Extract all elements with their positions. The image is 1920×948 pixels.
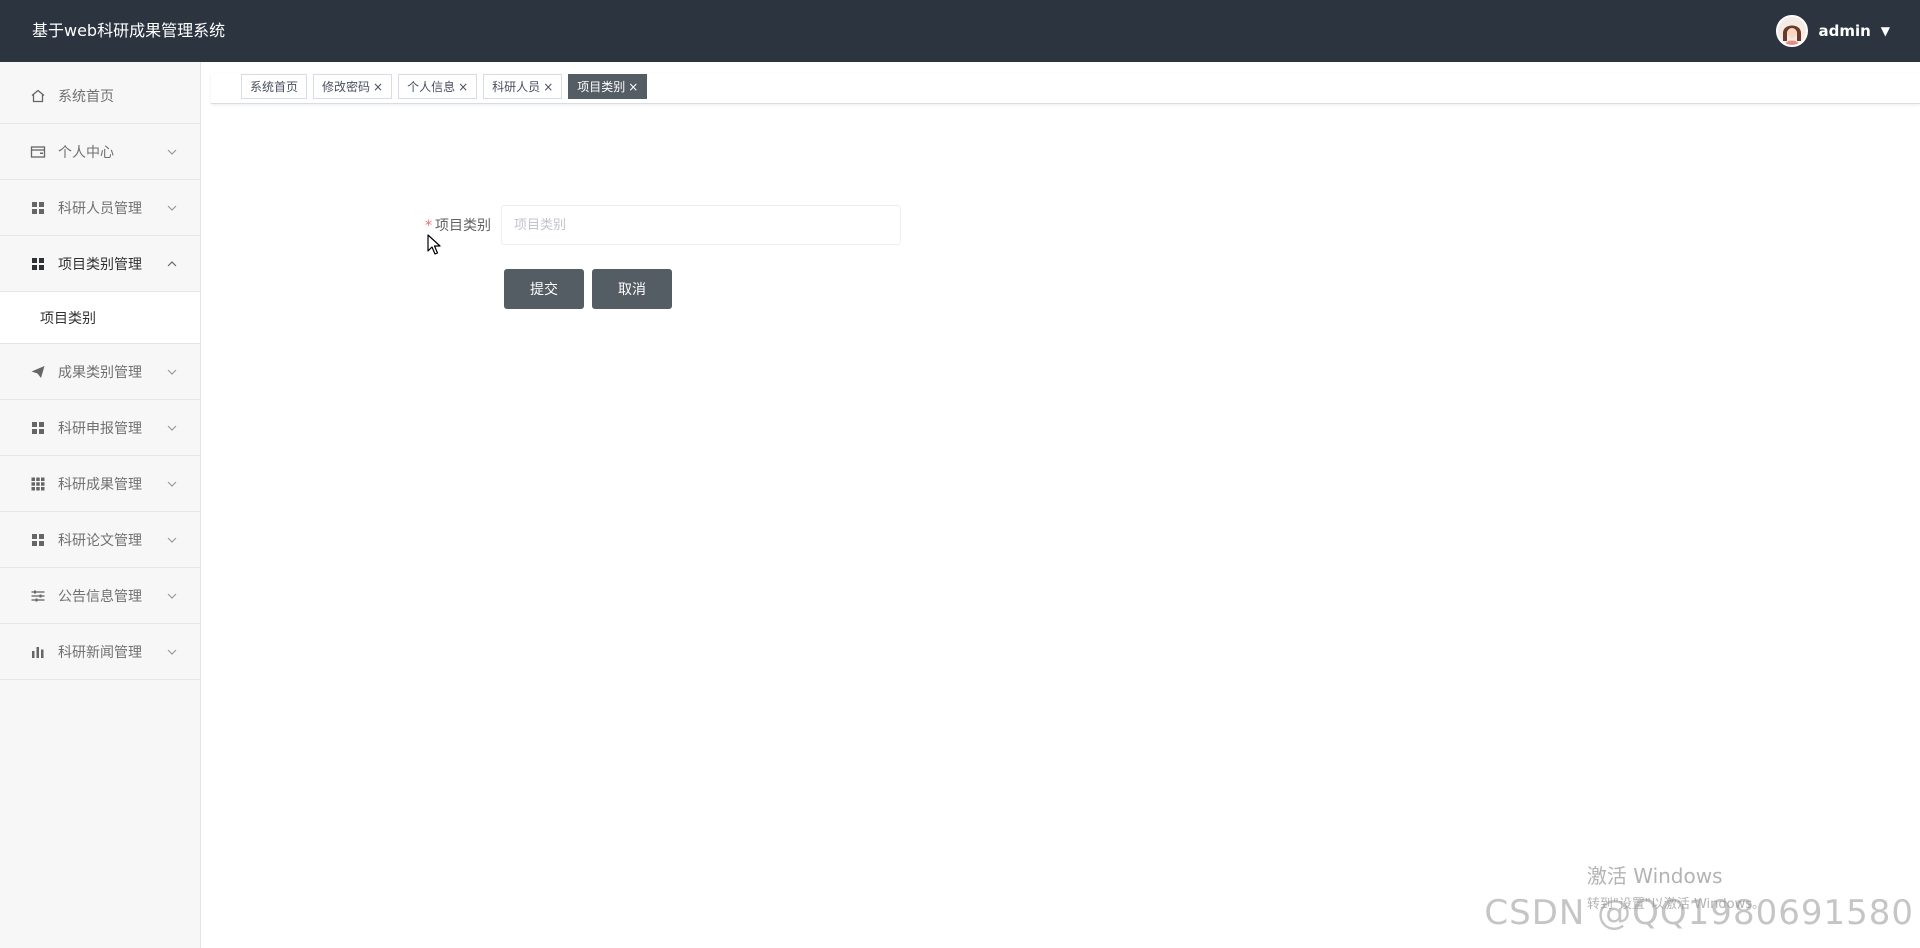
top-bar: 基于web科研成果管理系统 admin ▼ xyxy=(0,0,1920,62)
sidebar-item-research-achievement-management[interactable]: 科研成果管理 xyxy=(0,456,200,512)
chevron-down-icon xyxy=(166,478,178,490)
chevron-down-icon xyxy=(166,534,178,546)
chevron-down-icon xyxy=(166,422,178,434)
sidebar-item-label: 科研论文管理 xyxy=(58,532,142,549)
sidebar-item-label: 项目类别管理 xyxy=(58,256,142,273)
grid-icon xyxy=(30,256,46,272)
sidebar-item-project-category-management[interactable]: 项目类别管理 xyxy=(0,236,200,292)
sidebar-subitem-label: 项目类别 xyxy=(40,310,96,327)
project-category-form: * 项目类别 xyxy=(421,205,901,245)
grid-nine-icon xyxy=(30,476,46,492)
sidebar-item-label: 科研人员管理 xyxy=(58,200,142,217)
form-actions: 提交 取消 xyxy=(504,269,672,309)
sidebar-item-label: 个人中心 xyxy=(58,144,114,161)
bar-chart-icon xyxy=(30,644,46,660)
close-icon[interactable]: × xyxy=(628,81,638,93)
app-title: 基于web科研成果管理系统 xyxy=(32,21,226,40)
user-name[interactable]: admin xyxy=(1818,22,1870,40)
tab-label: 系统首页 xyxy=(250,80,299,94)
close-icon[interactable]: × xyxy=(543,81,553,93)
csdn-watermark: CSDN @QQ1980691580 xyxy=(1484,893,1914,933)
sidebar-item-home[interactable]: 系统首页 xyxy=(0,68,200,124)
mouse-cursor-icon xyxy=(427,234,441,255)
field-label-text: 项目类别 xyxy=(435,218,491,234)
close-icon[interactable]: × xyxy=(373,81,383,93)
sidebar-item-label: 科研成果管理 xyxy=(58,476,142,493)
avatar[interactable] xyxy=(1776,15,1809,47)
sidebar-item-research-application-management[interactable]: 科研申报管理 xyxy=(0,400,200,456)
sidebar-item-news-management[interactable]: 科研新闻管理 xyxy=(0,624,200,680)
send-icon xyxy=(30,364,46,380)
sidebar-item-label: 系统首页 xyxy=(58,88,114,105)
sidebar-item-achievement-category-management[interactable]: 成果类别管理 xyxy=(0,344,200,400)
tab-label: 修改密码 xyxy=(322,80,371,94)
sidebar-subitem-project-category[interactable]: 项目类别 xyxy=(0,292,200,344)
tab-change-password[interactable]: 修改密码 × xyxy=(313,74,393,99)
tags-view: 系统首页 修改密码 × 个人信息 × 科研人员 × 项目类别 × xyxy=(211,74,1920,104)
grid-icon xyxy=(30,420,46,436)
sidebar-item-label: 公告信息管理 xyxy=(58,588,142,605)
sidebar-item-label: 成果类别管理 xyxy=(58,364,142,381)
field-label: * 项目类别 xyxy=(421,215,501,235)
home-icon xyxy=(30,88,46,104)
chevron-up-icon xyxy=(166,258,178,270)
tab-label: 个人信息 xyxy=(407,80,456,94)
required-mark: * xyxy=(425,218,432,234)
user-menu[interactable]: admin ▼ xyxy=(1776,0,1890,62)
sidebar-item-researcher-management[interactable]: 科研人员管理 xyxy=(0,180,200,236)
tab-researchers[interactable]: 科研人员 × xyxy=(483,74,563,99)
tab-personal-info[interactable]: 个人信息 × xyxy=(398,74,478,99)
close-icon[interactable]: × xyxy=(458,81,468,93)
sidebar: 系统首页 个人中心 科研人员管理 项目类别管理 项目类别 成果类别管理 科研申报… xyxy=(0,62,201,948)
grid-icon xyxy=(30,200,46,216)
caret-down-icon[interactable]: ▼ xyxy=(1881,24,1890,38)
sidebar-item-research-paper-management[interactable]: 科研论文管理 xyxy=(0,512,200,568)
chevron-down-icon xyxy=(166,590,178,602)
sidebar-item-label: 科研申报管理 xyxy=(58,420,142,437)
wallet-icon xyxy=(30,144,46,160)
avatar-icon xyxy=(1778,17,1807,45)
project-category-input[interactable] xyxy=(501,205,901,245)
chevron-down-icon xyxy=(166,146,178,158)
main-content: 系统首页 修改密码 × 个人信息 × 科研人员 × 项目类别 × *项目类别 提… xyxy=(201,62,1920,948)
sidebar-menu: 系统首页 个人中心 科研人员管理 项目类别管理 项目类别 成果类别管理 科研申报… xyxy=(0,62,200,680)
sliders-icon xyxy=(30,588,46,604)
tab-label: 科研人员 xyxy=(492,80,541,94)
tab-label: 项目类别 xyxy=(577,80,626,94)
grid-icon xyxy=(30,532,46,548)
chevron-down-icon xyxy=(166,366,178,378)
watermark-line1: 激活 Windows xyxy=(1586,864,1723,888)
chevron-down-icon xyxy=(166,646,178,658)
sidebar-item-personal-center[interactable]: 个人中心 xyxy=(0,124,200,180)
cancel-button[interactable]: 取消 xyxy=(592,269,672,309)
sidebar-item-label: 科研新闻管理 xyxy=(58,644,142,661)
submit-button[interactable]: 提交 xyxy=(504,269,584,309)
tab-system-home[interactable]: 系统首页 xyxy=(241,74,308,99)
tab-project-category[interactable]: 项目类别 × xyxy=(568,74,648,99)
chevron-down-icon xyxy=(166,202,178,214)
sidebar-item-announcement-management[interactable]: 公告信息管理 xyxy=(0,568,200,624)
